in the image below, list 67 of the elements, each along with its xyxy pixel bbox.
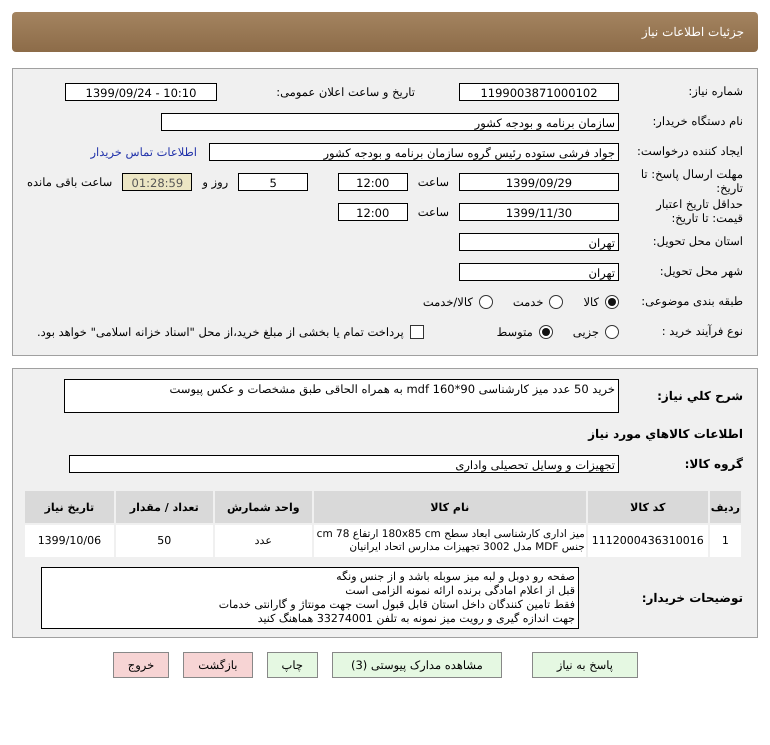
radio-label: خدمت <box>512 295 544 309</box>
action-button[interactable]: خروج <box>112 652 170 678</box>
deadline-time-field: 12:00 <box>338 173 408 191</box>
field-label: شهر محل تحویل: <box>658 265 743 279</box>
buyer-contact-link[interactable]: اطلاعات تماس خریدار <box>90 145 197 159</box>
note-line: جهت اندازه گیری و رویت میز نمونه به تلفن 33274001 هماهنگ کنید <box>256 612 575 626</box>
field-label: نوع فرآیند خرید : <box>660 325 743 339</box>
note-line: قبل از اعلام امادگی برنده ارائه نمونه الزامی است <box>344 584 575 598</box>
action-button[interactable]: چاپ <box>266 652 318 678</box>
remaining-label: ساعت باقی مانده <box>27 175 112 189</box>
action-button[interactable]: مشاهده مدارک پیوستی (3) <box>332 652 502 678</box>
deadline-date-field: 1399/09/29 <box>459 173 619 191</box>
field-label: توضیحات خریدار: <box>640 590 743 606</box>
field-label: تاریخ و ساعت اعلان عمومی: <box>275 85 416 99</box>
summary-field: خرید 50 عدد میز کارشناسی 90*160 mdf به همراه الحاقی طبق مشخصات و عکس پیوست <box>64 379 619 413</box>
checkbox-label: پرداخت تمام یا بخشی از مبلغ خرید،از محل "اسناد خزانه اسلامی" خواهد بود. <box>37 325 404 339</box>
field-label: شرح کلي نياز: <box>656 388 743 404</box>
section-heading: اطلاعات کالاهاي مورد نياز <box>586 427 743 441</box>
table-cell: 1 <box>710 525 741 557</box>
action-button[interactable]: بازگشت <box>183 652 252 678</box>
goods-group-field: تجهیزات و وسایل تحصیلی واداری <box>69 455 619 473</box>
creator-field: جواد فرشی ستوده رئیس گروه سازمان برنامه و بودجه کشور <box>209 143 619 161</box>
page-title: جزئیات اطلاعات نیاز <box>642 25 744 39</box>
time-label: ساعت <box>418 175 449 189</box>
table-cell: عدد <box>214 525 312 557</box>
province-field: تهران <box>459 233 619 251</box>
time-label: ساعت <box>418 205 449 219</box>
action-button[interactable]: پاسخ به نیاز <box>532 652 638 678</box>
field-label: شماره نیاز: <box>687 85 743 99</box>
need-number-field: 1199003871000102 <box>459 83 619 101</box>
note-line: صفحه رو دوبل و لبه میز سوبله باشد و از جنس ونگه <box>335 570 575 584</box>
city-field: تهران <box>459 263 619 281</box>
column-header: تاریخ نیاز <box>25 491 114 523</box>
column-header: تعداد / مقدار <box>116 491 213 523</box>
column-header: نام کالا <box>314 491 586 523</box>
days-label: روز و <box>202 175 228 189</box>
checkbox[interactable] <box>410 325 424 339</box>
field-label: مهلت ارسال پاسخ: تا تاریخ: <box>640 168 743 196</box>
radio-button[interactable] <box>605 325 619 339</box>
radio-button[interactable] <box>478 295 493 309</box>
radio-button[interactable] <box>538 325 553 339</box>
radio-button[interactable] <box>549 295 564 309</box>
field-label: طبقه بندی موضوعی: <box>640 295 743 309</box>
table-cell: 1112000436310016 <box>588 525 708 557</box>
field-label: نام دستگاه خریدار: <box>651 115 743 129</box>
buyer-org-field: سازمان برنامه و بودجه کشور <box>161 113 619 131</box>
announce-date-field: 1399/09/24 - 10:10 <box>65 83 217 101</box>
field-label: گروه کالا: <box>684 456 743 472</box>
validity-date-field: 1399/11/30 <box>459 203 619 221</box>
radio-label: کالا <box>583 295 599 309</box>
column-header: واحد شمارش <box>214 491 312 523</box>
column-header: ردیف <box>710 491 741 523</box>
validity-time-field: 12:00 <box>338 203 408 221</box>
radio-label: کالا/خدمت <box>422 295 473 309</box>
countdown-field: 01:28:59 <box>122 173 192 191</box>
days-field: 5 <box>238 173 308 191</box>
table-cell: 1399/10/06 <box>25 525 114 557</box>
table-cell: 50 <box>116 525 213 557</box>
radio-label: جزیی <box>572 325 599 339</box>
field-label: ایجاد کننده درخواست: <box>636 145 743 159</box>
note-line: فقط تامین کنندگان داخل استان قابل قبول است جهت مونتاژ و گارانتی خدمات <box>218 598 575 612</box>
table-cell: میز اداری کارشناسی ابعاد سطح 180x85 cm ارتفاع 78 cm جنس MDF مدل 3002 تجهیزات مدارس اتحاد ایرانیان <box>314 525 586 557</box>
field-label: استان محل تحویل: <box>652 235 743 249</box>
radio-label: متوسط <box>496 325 533 339</box>
column-header: کد کالا <box>588 491 708 523</box>
radio-button[interactable] <box>605 295 619 309</box>
field-label: حداقل تاریخ اعتبار قیمت: تا تاریخ: <box>654 198 743 226</box>
